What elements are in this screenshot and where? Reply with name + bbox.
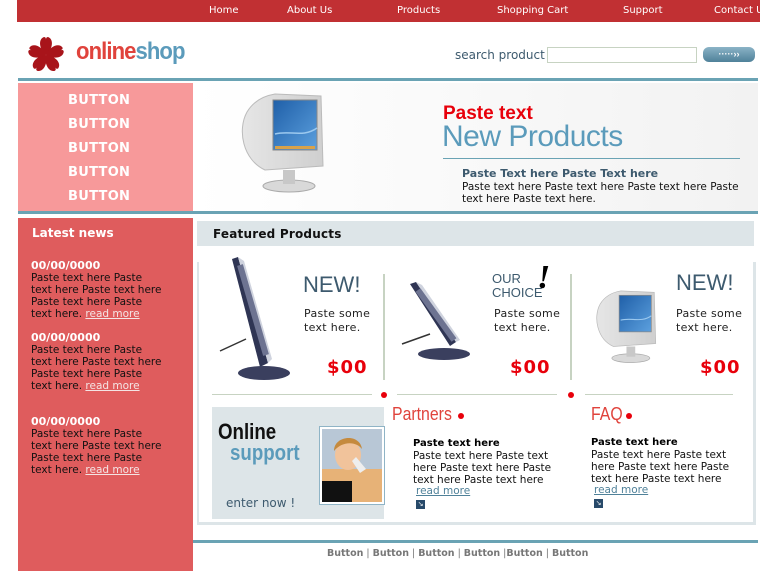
partners-read-more[interactable]: read more	[416, 485, 470, 497]
banner-button-5[interactable]: BUTTON	[68, 189, 130, 204]
faq-heading: Paste text here	[591, 437, 678, 448]
nav-products[interactable]: Products	[397, 5, 440, 16]
product-price: $00	[510, 357, 551, 378]
faq-body: Paste text here Paste text here Paste te…	[591, 449, 730, 485]
divider	[585, 394, 733, 395]
banner-button-2[interactable]: BUTTON	[68, 117, 130, 132]
hero-subtitle: Paste Text here Paste Text here	[462, 167, 659, 180]
search-label: search product	[455, 48, 545, 62]
faq-read-more[interactable]: read more	[594, 484, 648, 496]
footer-link[interactable]: Button	[373, 548, 409, 559]
divider	[570, 274, 572, 380]
search-button[interactable]: ·····››	[703, 47, 755, 62]
product-description: Paste some text here.	[304, 307, 371, 334]
lcd-monitor-image	[219, 257, 290, 380]
divider	[397, 394, 557, 395]
footer-link[interactable]: Button	[464, 548, 500, 559]
footer-link[interactable]: Button	[327, 548, 363, 559]
bullet-dot	[381, 392, 387, 398]
product-description: Paste some text here.	[676, 307, 743, 334]
support-agent-photo	[319, 426, 385, 505]
bullet-dot	[568, 392, 574, 398]
bullet-dot	[458, 413, 464, 419]
featured-title: Featured Products	[213, 227, 342, 241]
footer-link[interactable]: Button	[552, 548, 588, 559]
support-line-2: support	[230, 440, 300, 465]
logo[interactable]: onlineshop	[76, 38, 185, 66]
banner-button-3[interactable]: BUTTON	[68, 141, 130, 156]
product-price: $00	[327, 357, 368, 378]
arrow-icon[interactable]: ↘	[594, 499, 603, 508]
badge-line-1: OUR	[492, 271, 521, 286]
news-item: 00/00/0000 Paste text here Paste text he…	[31, 259, 166, 321]
partners-body: Paste text here Paste text here Paste te…	[413, 450, 552, 486]
our-choice-badge: OUR CHOICE	[492, 272, 543, 300]
crt-monitor-image	[241, 93, 324, 193]
hero-divider	[443, 158, 740, 159]
read-more-link[interactable]: read more	[85, 380, 139, 392]
exclamation-mark: !	[537, 259, 551, 296]
logo-part-online: online	[76, 38, 136, 65]
product-description: Paste some text here.	[494, 307, 561, 334]
product-price: $00	[700, 357, 741, 378]
divider	[383, 274, 385, 380]
footer-link[interactable]: Button	[418, 548, 454, 559]
nav-support[interactable]: Support	[623, 5, 663, 16]
arrow-icon[interactable]: ↘	[416, 500, 425, 509]
flower-icon	[28, 37, 64, 71]
footer-link[interactable]: Button	[506, 548, 542, 559]
read-more-link[interactable]: read more	[85, 308, 139, 320]
product-badge: NEW!	[303, 272, 361, 297]
bullet-dot	[626, 413, 632, 419]
partners-title: Partners	[392, 404, 452, 424]
read-more-link[interactable]: read more	[85, 464, 139, 476]
button-panel: BUTTON BUTTON BUTTON BUTTON BUTTON	[18, 83, 193, 211]
news-date: 00/00/0000	[31, 259, 101, 272]
badge-line-2: CHOICE	[492, 285, 543, 300]
crt-monitor-image	[596, 290, 657, 363]
partners-heading: Paste text here	[413, 438, 500, 449]
news-item: 00/00/0000 Paste text here Paste text he…	[31, 331, 166, 393]
divider	[212, 394, 372, 395]
banner-button-1[interactable]: BUTTON	[68, 93, 130, 108]
faq-title: FAQ	[591, 404, 623, 424]
nav-contact-us[interactable]: Contact Us	[714, 5, 769, 16]
banner-button-4[interactable]: BUTTON	[68, 165, 130, 180]
hero-title: New Products	[442, 120, 623, 153]
logo-part-shop: shop	[135, 38, 185, 65]
nav-shopping-cart[interactable]: Shopping Cart	[497, 5, 568, 16]
news-date: 00/00/0000	[31, 331, 101, 344]
news-date: 00/00/0000	[31, 415, 101, 428]
lcd-monitor-image	[401, 282, 470, 360]
hero-body-text: Paste text here Paste text here Paste te…	[462, 181, 739, 205]
nav-about-us[interactable]: About Us	[287, 5, 332, 16]
product-badge: NEW!	[676, 270, 734, 295]
search-input[interactable]	[547, 47, 697, 63]
top-nav: Home About Us Products Shopping Cart Sup…	[17, 0, 769, 22]
enter-now-link[interactable]: enter now !	[226, 496, 295, 510]
news-item: 00/00/0000 Paste text here Paste text he…	[31, 415, 166, 477]
nav-home[interactable]: Home	[209, 5, 239, 16]
banner-divider	[18, 211, 758, 214]
sidebar-title: Latest news	[32, 226, 114, 240]
header-divider	[18, 78, 758, 81]
footer-divider	[193, 540, 758, 543]
featured-products-header: Featured Products	[197, 221, 754, 246]
